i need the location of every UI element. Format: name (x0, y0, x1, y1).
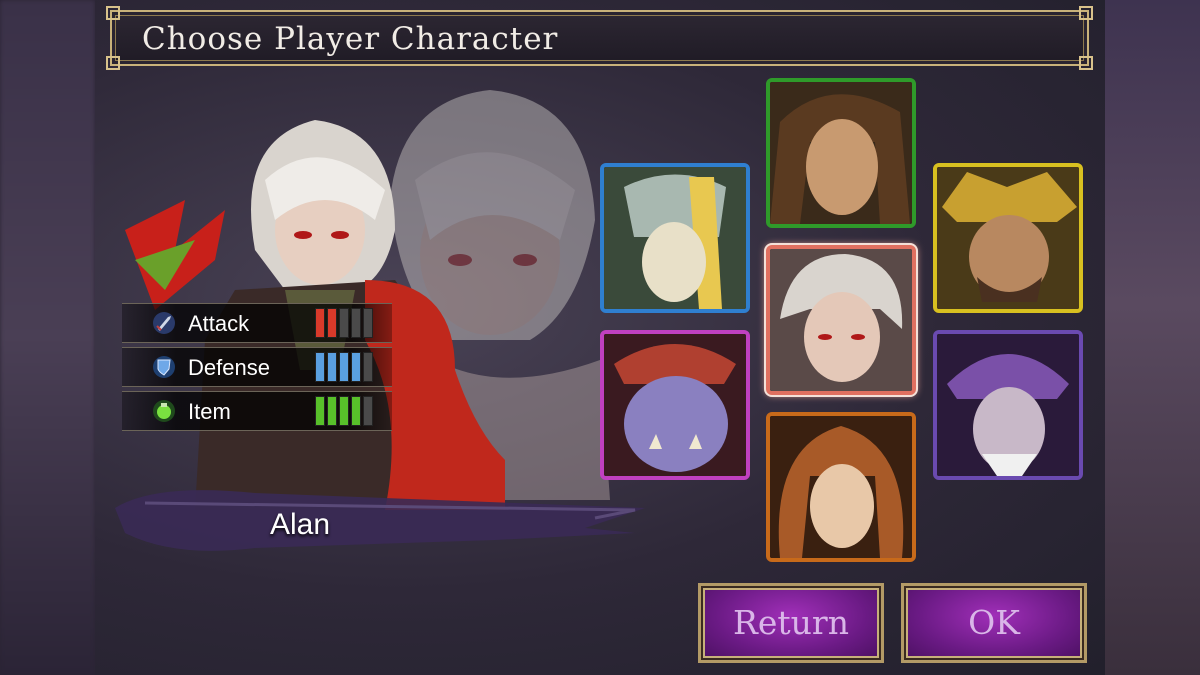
stat-row-item: Item (122, 391, 392, 431)
stat-bar-filled (351, 352, 361, 382)
stat-label: Item (188, 399, 231, 424)
elf-portrait-art (770, 416, 912, 558)
stats-panel: Attack Defense Item (122, 303, 392, 435)
stat-row-attack: Attack (122, 303, 392, 343)
oni-portrait-art (604, 334, 746, 476)
stat-bar-filled (327, 396, 337, 426)
page-title: Choose Player Character (142, 21, 559, 57)
stat-bar-filled (315, 308, 325, 338)
left-edge-backdrop (0, 0, 95, 675)
return-button[interactable]: Return (698, 583, 884, 663)
stat-bar-filled (339, 352, 349, 382)
stat-row-defense: Defense (122, 347, 392, 387)
portrait-alan[interactable] (766, 245, 916, 395)
character-select-screen: Choose Player Character Attack Defense I… (95, 0, 1105, 675)
demon-portrait-art (937, 334, 1079, 476)
stat-bar-filled (351, 396, 361, 426)
stat-bar-empty (363, 308, 373, 338)
stat-bar-empty (339, 308, 349, 338)
name-banner (115, 490, 645, 551)
portrait-elf[interactable] (766, 412, 916, 562)
portrait-ronin[interactable] (766, 78, 916, 228)
stat-label: Defense (188, 355, 270, 380)
ok-button[interactable]: OK (901, 583, 1087, 663)
shield-icon (153, 356, 175, 378)
right-edge-backdrop (1105, 0, 1200, 675)
stat-meter (315, 308, 373, 338)
stat-label: Attack (188, 311, 250, 336)
valkyrie-portrait-art (604, 167, 746, 309)
stat-bar-empty (351, 308, 361, 338)
alan-portrait-art (770, 249, 912, 391)
portrait-samurai[interactable] (933, 163, 1083, 313)
sword-icon (153, 312, 175, 334)
stat-bar-filled (327, 308, 337, 338)
potion-icon (153, 400, 175, 422)
portrait-oni[interactable] (600, 330, 750, 480)
samurai-portrait-art (937, 167, 1079, 309)
ronin-portrait-art (770, 82, 912, 224)
stat-bar-empty (363, 352, 373, 382)
stat-meter (315, 396, 373, 426)
title-bar: Choose Player Character (106, 6, 1093, 70)
stat-bar-filled (327, 352, 337, 382)
portrait-valkyrie[interactable] (600, 163, 750, 313)
stat-bar-filled (315, 396, 325, 426)
stat-bar-empty (363, 396, 373, 426)
portrait-demon[interactable] (933, 330, 1083, 480)
stat-bar-filled (315, 352, 325, 382)
character-name: Alan (270, 508, 331, 541)
stat-bar-filled (339, 396, 349, 426)
stat-meter (315, 352, 373, 382)
